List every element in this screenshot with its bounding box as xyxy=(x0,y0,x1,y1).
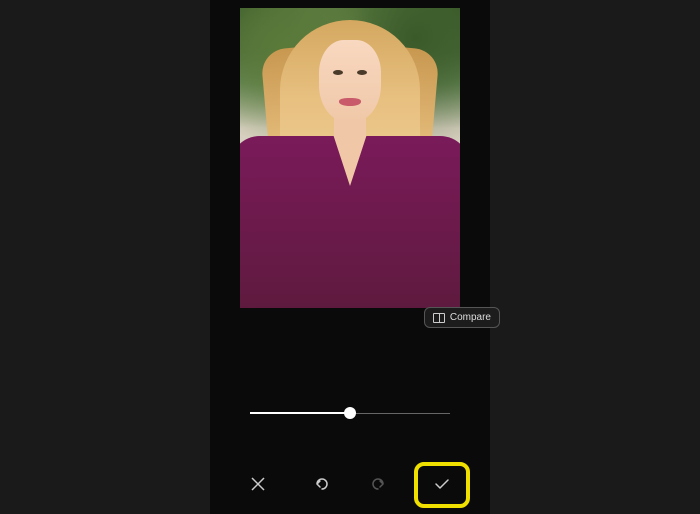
editor-panel: Compare xyxy=(210,0,490,514)
compare-icon xyxy=(433,313,445,323)
undo-button[interactable] xyxy=(304,466,340,502)
close-icon xyxy=(250,476,266,492)
intensity-slider[interactable] xyxy=(210,403,490,423)
photo-preview[interactable] xyxy=(240,8,460,308)
slider-thumb[interactable] xyxy=(344,407,356,419)
redo-button[interactable] xyxy=(360,466,396,502)
confirm-button[interactable] xyxy=(424,466,460,502)
slider-fill xyxy=(250,412,350,414)
undo-icon xyxy=(313,475,331,493)
redo-icon xyxy=(369,475,387,493)
image-canvas-area: Compare xyxy=(210,0,490,308)
compare-label: Compare xyxy=(450,312,491,323)
check-icon xyxy=(433,475,451,493)
compare-button[interactable]: Compare xyxy=(424,307,500,328)
cancel-button[interactable] xyxy=(240,466,276,502)
bottom-toolbar xyxy=(210,466,490,502)
photo-content xyxy=(240,136,460,308)
photo-content xyxy=(319,40,381,122)
history-controls xyxy=(304,466,396,502)
